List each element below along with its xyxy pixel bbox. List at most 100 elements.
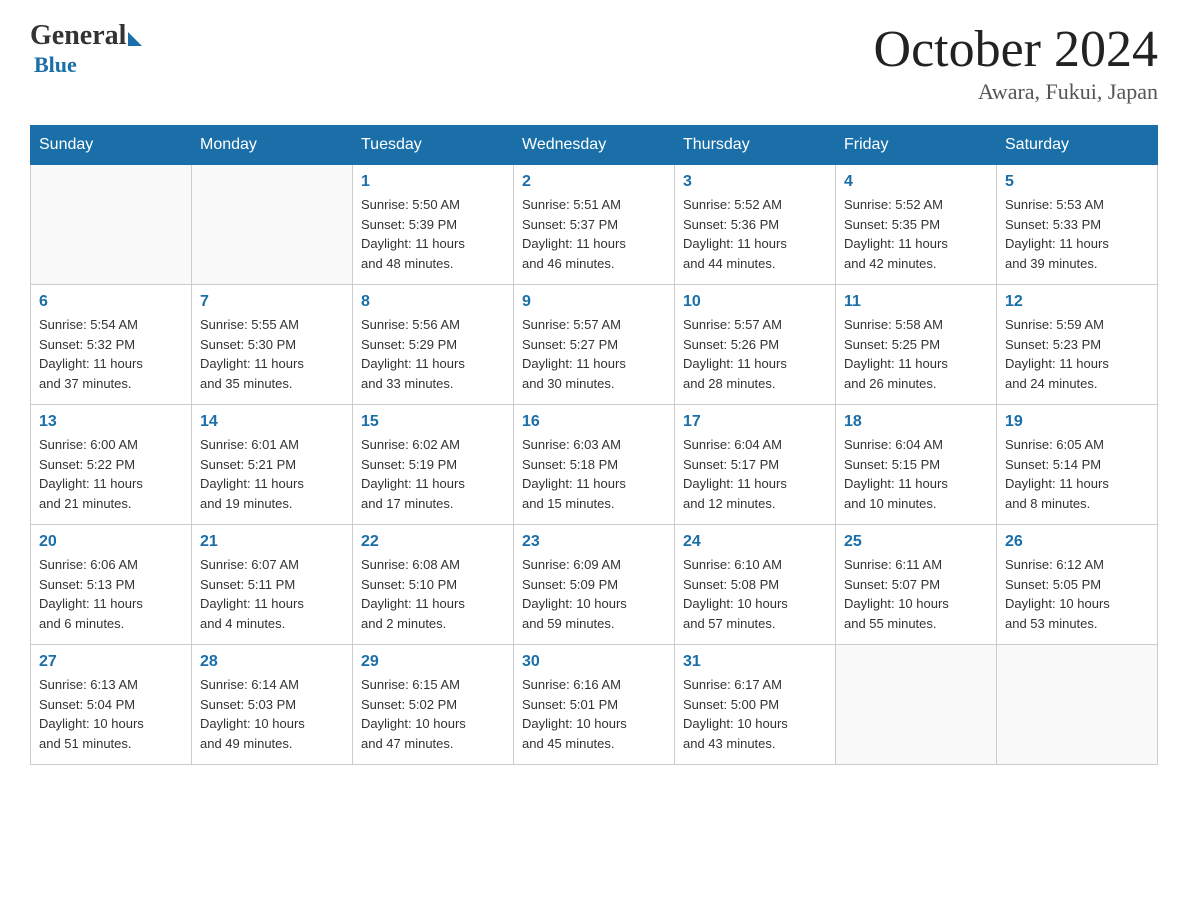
calendar-cell: 16 Sunrise: 6:03 AMSunset: 5:18 PMDayligh… <box>514 405 675 525</box>
day-info: Sunrise: 5:50 AMSunset: 5:39 PMDaylight:… <box>361 195 505 273</box>
calendar-week-5: 27 Sunrise: 6:13 AMSunset: 5:04 PMDayligh… <box>31 645 1158 765</box>
day-number: 24 <box>683 533 827 551</box>
day-info: Sunrise: 6:13 AMSunset: 5:04 PMDaylight:… <box>39 675 183 753</box>
calendar-cell: 5Sunrise: 5:53 AMSunset: 5:33 PMDaylight… <box>997 165 1158 285</box>
day-info: Sunrise: 6:14 AMSunset: 5:03 PMDaylight:… <box>200 675 344 753</box>
day-info: Sunrise: 6:03 AMSunset: 5:18 PMDaylight:… <box>522 435 666 513</box>
logo-blue-text: Blue <box>34 52 77 78</box>
day-number: 11 <box>844 293 988 311</box>
day-info: Sunrise: 6:06 AMSunset: 5:13 PMDaylight:… <box>39 555 183 633</box>
day-header-saturday: Saturday <box>997 126 1158 165</box>
day-info: Sunrise: 6:00 AMSunset: 5:22 PMDaylight:… <box>39 435 183 513</box>
calendar-cell: 8 Sunrise: 5:56 AMSunset: 5:29 PMDaylight… <box>353 285 514 405</box>
calendar-cell: 4Sunrise: 5:52 AMSunset: 5:35 PMDaylight… <box>836 165 997 285</box>
day-header-wednesday: Wednesday <box>514 126 675 165</box>
day-info: Sunrise: 6:08 AMSunset: 5:10 PMDaylight:… <box>361 555 505 633</box>
day-number: 25 <box>844 533 988 551</box>
day-info: Sunrise: 5:57 AMSunset: 5:26 PMDaylight:… <box>683 315 827 393</box>
day-header-tuesday: Tuesday <box>353 126 514 165</box>
day-info: Sunrise: 6:05 AMSunset: 5:14 PMDaylight:… <box>1005 435 1149 513</box>
day-number: 30 <box>522 653 666 671</box>
day-number: 21 <box>200 533 344 551</box>
day-info: Sunrise: 6:07 AMSunset: 5:11 PMDaylight:… <box>200 555 344 633</box>
day-number: 14 <box>200 413 344 431</box>
day-number: 7 <box>200 293 344 311</box>
calendar-cell <box>836 645 997 765</box>
day-header-sunday: Sunday <box>31 126 192 165</box>
location: Awara, Fukui, Japan <box>874 79 1158 105</box>
day-number: 28 <box>200 653 344 671</box>
calendar-cell: 11 Sunrise: 5:58 AMSunset: 5:25 PMDayligh… <box>836 285 997 405</box>
day-number: 16 <box>522 413 666 431</box>
calendar-header: SundayMondayTuesdayWednesdayThursdayFrid… <box>31 126 1158 165</box>
calendar-cell: 14Sunrise: 6:01 AMSunset: 5:21 PMDayligh… <box>192 405 353 525</box>
calendar-cell: 22 Sunrise: 6:08 AMSunset: 5:10 PMDayligh… <box>353 525 514 645</box>
day-info: Sunrise: 6:02 AMSunset: 5:19 PMDaylight:… <box>361 435 505 513</box>
day-number: 20 <box>39 533 183 551</box>
day-number: 2 <box>522 173 666 191</box>
day-number: 3 <box>683 173 827 191</box>
day-info: Sunrise: 6:11 AMSunset: 5:07 PMDaylight:… <box>844 555 988 633</box>
calendar-week-4: 20 Sunrise: 6:06 AMSunset: 5:13 PMDayligh… <box>31 525 1158 645</box>
day-number: 23 <box>522 533 666 551</box>
calendar-cell: 2 Sunrise: 5:51 AMSunset: 5:37 PMDaylight… <box>514 165 675 285</box>
day-number: 8 <box>361 293 505 311</box>
calendar-cell: 6Sunrise: 5:54 AMSunset: 5:32 PMDaylight… <box>31 285 192 405</box>
calendar-cell: 30 Sunrise: 6:16 AMSunset: 5:01 PMDayligh… <box>514 645 675 765</box>
day-info: Sunrise: 6:15 AMSunset: 5:02 PMDaylight:… <box>361 675 505 753</box>
day-number: 4 <box>844 173 988 191</box>
calendar-week-3: 13 Sunrise: 6:00 AMSunset: 5:22 PMDayligh… <box>31 405 1158 525</box>
day-number: 6 <box>39 293 183 311</box>
day-number: 10 <box>683 293 827 311</box>
day-info: Sunrise: 6:04 AMSunset: 5:17 PMDaylight:… <box>683 435 827 513</box>
day-number: 22 <box>361 533 505 551</box>
day-info: Sunrise: 5:51 AMSunset: 5:37 PMDaylight:… <box>522 195 666 273</box>
day-info: Sunrise: 5:55 AMSunset: 5:30 PMDaylight:… <box>200 315 344 393</box>
calendar-cell: 27 Sunrise: 6:13 AMSunset: 5:04 PMDayligh… <box>31 645 192 765</box>
calendar-cell: 17 Sunrise: 6:04 AMSunset: 5:17 PMDayligh… <box>675 405 836 525</box>
logo: General Blue <box>30 20 142 78</box>
calendar-cell: 18Sunrise: 6:04 AMSunset: 5:15 PMDayligh… <box>836 405 997 525</box>
day-info: Sunrise: 5:56 AMSunset: 5:29 PMDaylight:… <box>361 315 505 393</box>
calendar-table: SundayMondayTuesdayWednesdayThursdayFrid… <box>30 125 1158 765</box>
logo-general-text: General <box>30 20 126 52</box>
calendar-cell: 31Sunrise: 6:17 AMSunset: 5:00 PMDayligh… <box>675 645 836 765</box>
day-number: 31 <box>683 653 827 671</box>
calendar-cell: 23 Sunrise: 6:09 AMSunset: 5:09 PMDayligh… <box>514 525 675 645</box>
calendar-cell: 19Sunrise: 6:05 AMSunset: 5:14 PMDayligh… <box>997 405 1158 525</box>
calendar-cell: 20 Sunrise: 6:06 AMSunset: 5:13 PMDayligh… <box>31 525 192 645</box>
calendar-week-1: 1 Sunrise: 5:50 AMSunset: 5:39 PMDaylight… <box>31 165 1158 285</box>
calendar-cell: 25 Sunrise: 6:11 AMSunset: 5:07 PMDayligh… <box>836 525 997 645</box>
calendar-cell: 24 Sunrise: 6:10 AMSunset: 5:08 PMDayligh… <box>675 525 836 645</box>
calendar-cell: 3Sunrise: 5:52 AMSunset: 5:36 PMDaylight… <box>675 165 836 285</box>
calendar-cell: 26Sunrise: 6:12 AMSunset: 5:05 PMDayligh… <box>997 525 1158 645</box>
calendar-cell: 1 Sunrise: 5:50 AMSunset: 5:39 PMDaylight… <box>353 165 514 285</box>
calendar-cell: 10 Sunrise: 5:57 AMSunset: 5:26 PMDayligh… <box>675 285 836 405</box>
day-info: Sunrise: 6:16 AMSunset: 5:01 PMDaylight:… <box>522 675 666 753</box>
month-title: October 2024 <box>874 20 1158 79</box>
day-number: 29 <box>361 653 505 671</box>
calendar-cell: 13 Sunrise: 6:00 AMSunset: 5:22 PMDayligh… <box>31 405 192 525</box>
calendar-body: 1 Sunrise: 5:50 AMSunset: 5:39 PMDaylight… <box>31 165 1158 765</box>
calendar-cell: 9Sunrise: 5:57 AMSunset: 5:27 PMDaylight… <box>514 285 675 405</box>
calendar-cell <box>997 645 1158 765</box>
title-area: October 2024 Awara, Fukui, Japan <box>874 20 1158 105</box>
day-info: Sunrise: 5:59 AMSunset: 5:23 PMDaylight:… <box>1005 315 1149 393</box>
day-number: 13 <box>39 413 183 431</box>
day-info: Sunrise: 6:10 AMSunset: 5:08 PMDaylight:… <box>683 555 827 633</box>
day-info: Sunrise: 6:09 AMSunset: 5:09 PMDaylight:… <box>522 555 666 633</box>
day-number: 27 <box>39 653 183 671</box>
day-header-friday: Friday <box>836 126 997 165</box>
day-number: 9 <box>522 293 666 311</box>
day-info: Sunrise: 6:12 AMSunset: 5:05 PMDaylight:… <box>1005 555 1149 633</box>
calendar-week-2: 6Sunrise: 5:54 AMSunset: 5:32 PMDaylight… <box>31 285 1158 405</box>
calendar-cell <box>192 165 353 285</box>
day-header-thursday: Thursday <box>675 126 836 165</box>
calendar-cell <box>31 165 192 285</box>
day-number: 1 <box>361 173 505 191</box>
day-number: 12 <box>1005 293 1149 311</box>
day-number: 18 <box>844 413 988 431</box>
day-number: 17 <box>683 413 827 431</box>
calendar-cell: 21 Sunrise: 6:07 AMSunset: 5:11 PMDayligh… <box>192 525 353 645</box>
day-info: Sunrise: 5:58 AMSunset: 5:25 PMDaylight:… <box>844 315 988 393</box>
